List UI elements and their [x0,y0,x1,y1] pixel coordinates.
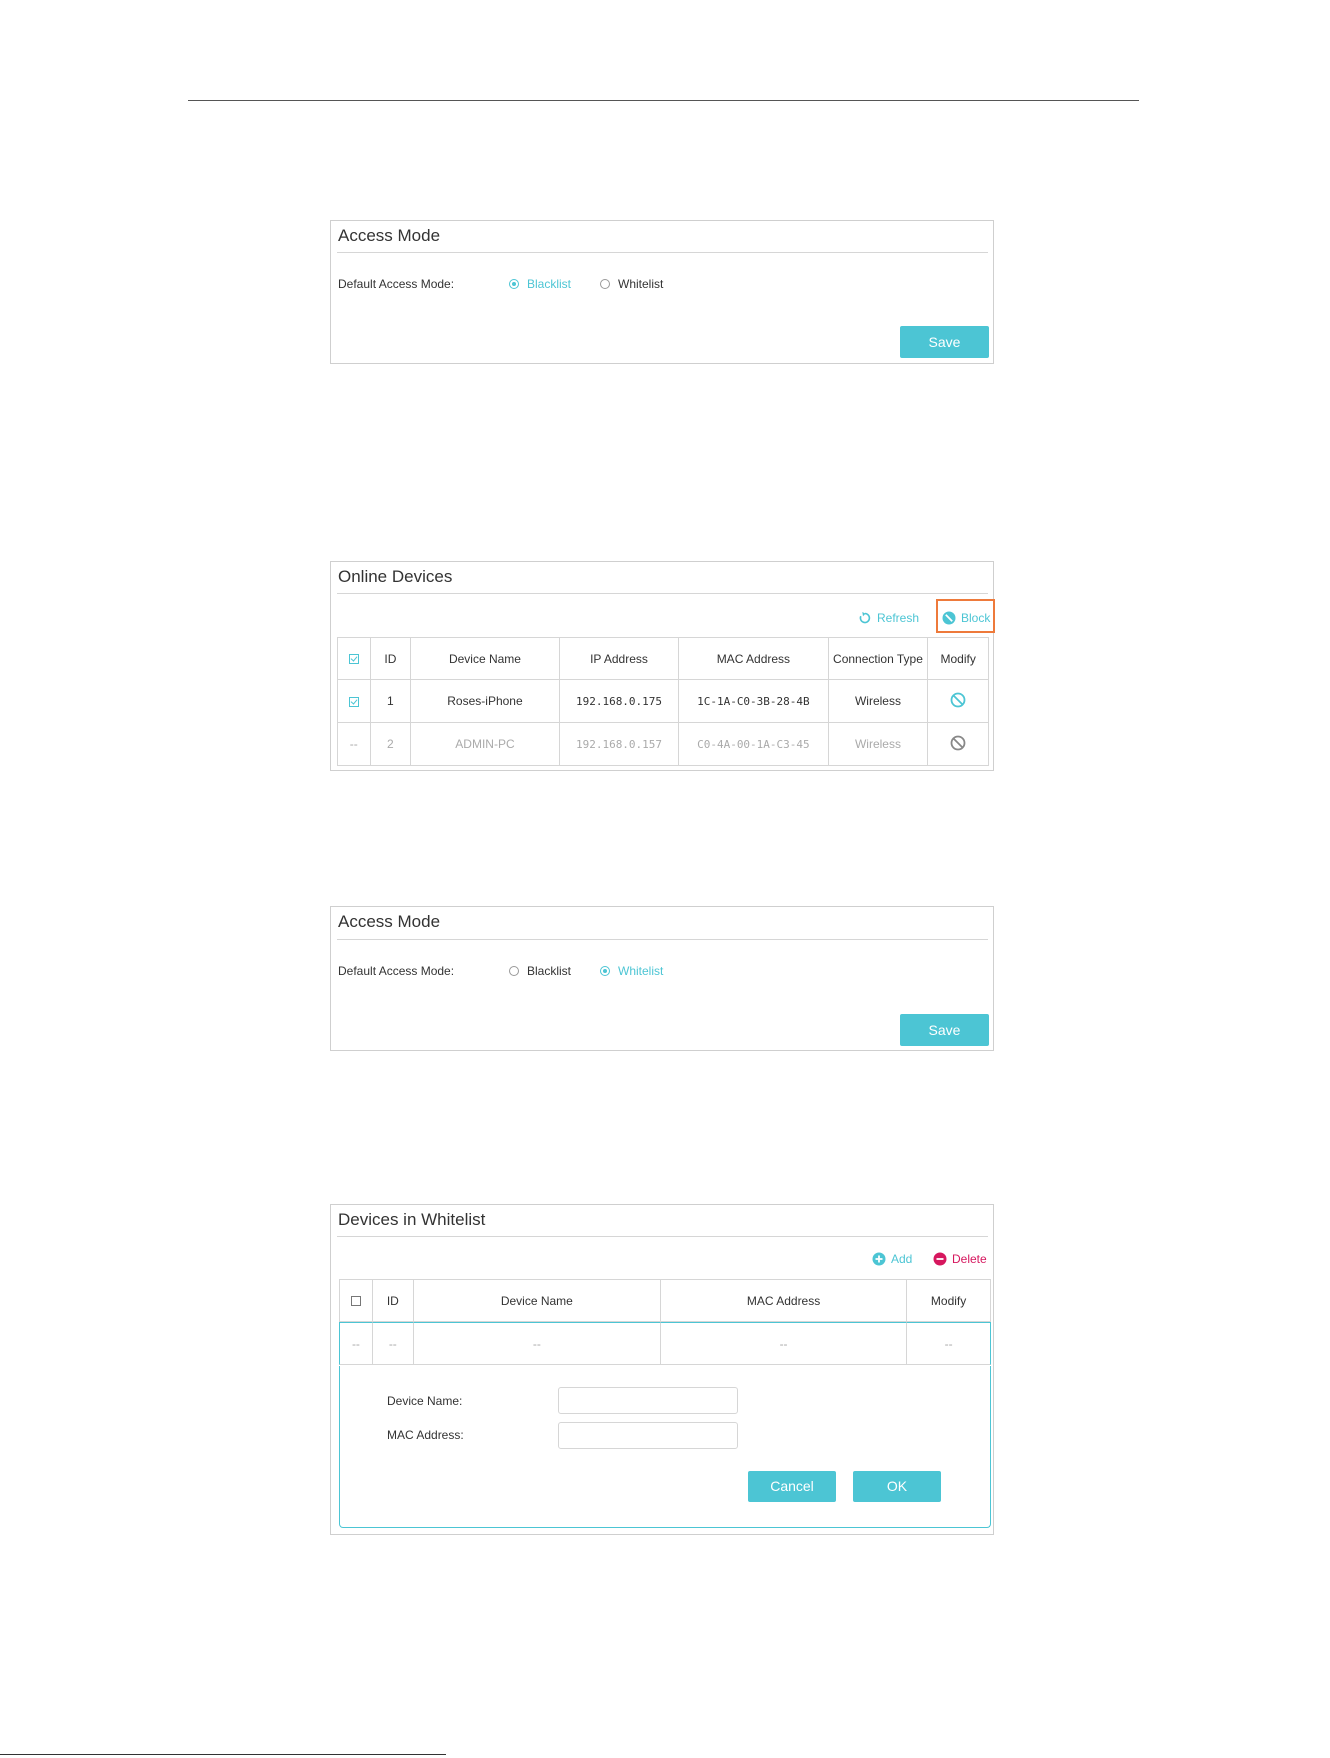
save-button[interactable]: Save [900,326,989,358]
column-header: MAC Address [679,637,829,680]
title-divider [337,1236,988,1237]
devices-in-whitelist-panel: Devices in Whitelist Add Delete ID Devic… [330,1204,994,1535]
column-header: Connection Type [828,637,929,680]
radio-selected-icon [509,279,519,289]
default-access-mode-label: Default Access Mode: [338,277,455,291]
block-label: Block [961,611,991,625]
save-button[interactable]: Save [900,1014,989,1046]
add-button[interactable]: Add [872,1252,912,1266]
block-button[interactable]: Block [942,611,990,625]
panel-title: Access Mode [338,912,441,931]
column-header: MAC Address [660,1279,908,1322]
radio-unselected-icon [509,966,519,976]
title-divider [337,593,988,594]
blacklist-radio[interactable]: Blacklist [509,964,571,978]
ip-cell: 192.168.0.175 [559,680,680,723]
column-header: Modify [907,1279,991,1322]
online-devices-panel: Online Devices Refresh Block ID Device N… [330,561,995,771]
column-header: Device Name [413,1279,661,1322]
empty-cell: -- [413,1322,661,1365]
select-all-checkbox[interactable] [350,1296,361,1307]
mac-cell: C0-4A-00-1A-C3-45 [679,723,829,766]
table-row: -- -- -- -- -- [339,1322,991,1365]
title-divider [337,252,988,253]
delete-button[interactable]: Delete [933,1252,987,1266]
column-header: ID [370,637,412,680]
whitelist-radio[interactable]: Whitelist [600,964,663,978]
add-label: Add [891,1252,913,1266]
online-devices-table: ID Device Name IP Address MAC Address Co… [337,637,989,766]
whitelist-label: Whitelist [618,277,664,291]
row-checkbox[interactable] [348,696,359,707]
cancel-button[interactable]: Cancel [748,1471,836,1502]
table-row: 1 Roses-iPhone 192.168.0.175 1C-1A-C0-3B… [337,680,989,723]
column-header: Modify [928,637,989,680]
modify-cell [928,723,989,766]
blacklist-label: Blacklist [527,964,572,978]
title-divider [337,939,988,940]
blacklist-label: Blacklist [527,277,572,291]
radio-selected-icon [600,966,610,976]
connection-type-cell: Wireless [828,680,929,723]
refresh-label: Refresh [877,611,920,625]
column-header: Device Name [411,637,560,680]
page-bottom-rule [0,1754,446,1755]
refresh-icon [859,612,871,624]
whitelist-table: ID Device Name MAC Address Modify -- -- … [339,1279,991,1365]
blacklist-radio[interactable]: Blacklist [509,277,571,291]
add-icon [872,1252,886,1266]
add-device-form: Device Name: MAC Address: Cancel OK [339,1366,991,1528]
block-icon [942,611,956,625]
block-device-icon[interactable] [950,735,966,751]
id-cell: 1 [370,680,412,723]
delete-icon [933,1252,947,1266]
select-all-cell [339,1279,373,1322]
default-access-mode-label: Default Access Mode: [338,964,455,978]
select-all-cell [337,637,371,680]
mac-address-input[interactable] [558,1422,738,1449]
panel-title: Devices in Whitelist [338,1210,486,1229]
whitelist-radio[interactable]: Whitelist [600,277,663,291]
ip-cell: 192.168.0.157 [559,723,680,766]
block-device-icon[interactable] [950,692,966,708]
empty-cell: -- [339,1322,373,1365]
empty-cell: -- [660,1322,908,1365]
device-name-label: Device Name: [387,1394,463,1408]
mac-cell: 1C-1A-C0-3B-28-4B [679,680,829,723]
connection-type-cell: Wireless [828,723,929,766]
ok-button[interactable]: OK [853,1471,941,1502]
row-select-cell: -- [337,723,371,766]
whitelist-label: Whitelist [618,964,664,978]
column-header: ID [372,1279,414,1322]
page-top-rule [188,100,1139,101]
access-mode-panel-whitelist: Access Mode Default Access Mode: Blackli… [330,906,994,1051]
refresh-button[interactable]: Refresh [858,611,919,625]
panel-title: Online Devices [338,567,453,586]
mac-address-label: MAC Address: [387,1428,464,1442]
id-cell: 2 [370,723,412,766]
access-mode-panel-blacklist: Access Mode Default Access Mode: Blackli… [330,220,994,364]
device-name-input[interactable] [558,1387,738,1414]
column-header: IP Address [559,637,680,680]
device-name-cell: ADMIN-PC [411,723,560,766]
empty-cell: -- [907,1322,991,1365]
select-all-checkbox[interactable] [348,654,359,665]
radio-unselected-icon [600,279,610,289]
table-row: -- 2 ADMIN-PC 192.168.0.157 C0-4A-00-1A-… [337,723,989,766]
row-select-cell [337,680,371,723]
device-name-cell: Roses-iPhone [411,680,560,723]
empty-cell: -- [372,1322,414,1365]
table-header-row: ID Device Name IP Address MAC Address Co… [337,637,989,680]
modify-cell [928,680,989,723]
panel-title: Access Mode [338,226,441,245]
table-header-row: ID Device Name MAC Address Modify [339,1279,991,1322]
delete-label: Delete [952,1252,987,1266]
